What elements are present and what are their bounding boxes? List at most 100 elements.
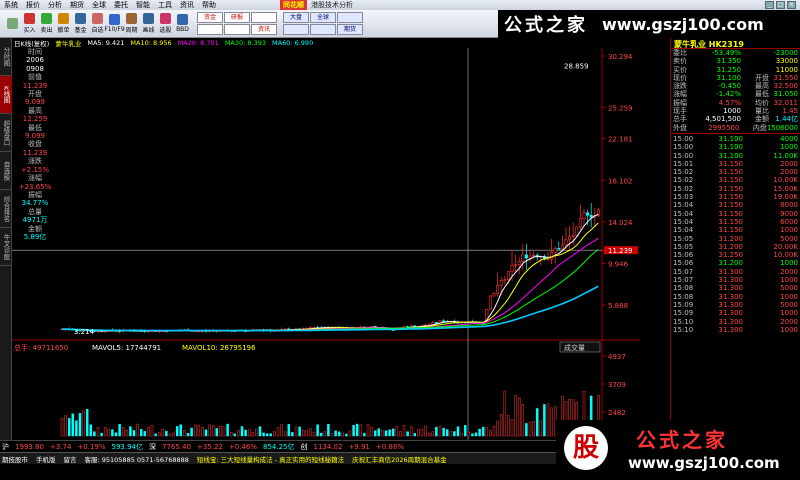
left-tab-4[interactable]: 综合排名: [0, 190, 12, 228]
volume-bar: [107, 428, 111, 437]
toolbar-grp1-btn-3[interactable]: [197, 24, 223, 35]
tick-volume: 10.00K: [773, 251, 798, 260]
tick-list[interactable]: 15:00 31.100 4000 15:00 31.100 1000 15:00 31.10…: [671, 135, 800, 334]
menu-item-0[interactable]: 系统: [0, 0, 22, 10]
left-tab-3[interactable]: 自选股: [0, 152, 12, 190]
chart-header: 日K线(复权) 蒙牛乳业 MA5: 9.421 MA10: 8.956 MA20…: [12, 38, 640, 48]
toolbar-grp1-btn-2[interactable]: [251, 12, 277, 23]
toolbar-label-6: F10/F9: [104, 26, 125, 33]
toolbar-button-8[interactable]: 画线: [140, 13, 157, 34]
bottom-item-4[interactable]: 短线宝: 三大短线量构成法 - 真正实用的短线秘籍法: [197, 454, 344, 464]
toolbar-grp2-btn-2[interactable]: [337, 12, 363, 23]
toolbar-button-7[interactable]: 周期: [123, 13, 140, 34]
toolbar-grp2-btn-0[interactable]: 大盘: [283, 12, 309, 23]
gu-logo: 股: [564, 426, 608, 470]
left-tab-2[interactable]: 超级盘口: [0, 114, 12, 152]
vol-tick-label: 2482: [608, 409, 626, 417]
menu-item-8[interactable]: 资讯: [176, 0, 198, 10]
quote-row-value2: 31.550: [773, 73, 799, 82]
quote-row-value: 2995500: [708, 123, 740, 132]
toolbar-grp1-btn-5[interactable]: 资讯: [251, 24, 277, 35]
tick-price: 31.150: [718, 184, 744, 193]
bottom-item-0[interactable]: 期技股市: [2, 454, 28, 464]
ma10-label: MA10: 8.956: [130, 39, 172, 47]
volume-bar: [150, 425, 154, 437]
toolbar-label-9: 选股: [159, 27, 172, 34]
bottom-item-2[interactable]: 留言: [64, 454, 77, 464]
quote-row-value2: 33000: [775, 57, 798, 66]
sh-label: 沪: [2, 442, 9, 451]
toolbar-label-4: 基金: [74, 27, 87, 34]
sz-index: 7765.40: [162, 442, 191, 451]
candle-body: [524, 254, 528, 259]
amp-label: 振幅: [28, 190, 42, 199]
toolbar-label-5: 自选: [91, 27, 104, 34]
bottom-item-3[interactable]: 客服: 95105885 0571-56768888: [85, 454, 189, 464]
quote-title: 蒙牛乳业 HK2319: [671, 38, 800, 49]
volume-bar: [121, 427, 125, 437]
menu-item-7[interactable]: 工具: [154, 0, 176, 10]
volume-bar: [395, 426, 399, 437]
menu-item-2[interactable]: 分析: [44, 0, 66, 10]
toolbar-button-9[interactable]: 选股: [157, 13, 174, 34]
volume-bar: [280, 424, 283, 437]
menu-item-3[interactable]: 期货: [66, 0, 88, 10]
maximize-button[interactable]: □: [776, 1, 785, 9]
toolbar-label-7: 周期: [125, 27, 138, 34]
volume-bar: [258, 426, 262, 437]
toolbar-button-0[interactable]: [4, 17, 21, 30]
toolbar-grp1-btn-1[interactable]: 研报: [224, 12, 250, 23]
toolbar-grp2-btn-5[interactable]: 期货: [337, 24, 363, 35]
toolbar-label-10: BBD: [176, 26, 189, 33]
toolbar-button-1[interactable]: 买入: [21, 13, 38, 34]
menu-item-5[interactable]: 委托: [110, 0, 132, 10]
volume-bar: [499, 414, 503, 437]
toolbar-grp1: 资金 研报 资讯: [197, 12, 277, 35]
tick-time: 15:07: [673, 276, 694, 285]
toolbar-button-4[interactable]: 基金: [72, 13, 89, 34]
pct-value: +23.65%: [18, 182, 52, 191]
toolbar-grp2-btn-4[interactable]: [310, 24, 336, 35]
toolbar-grp2: 大盘 全球 期货: [283, 12, 363, 35]
toolbar-button-10[interactable]: BBD: [174, 14, 191, 33]
toolbar-button-6[interactable]: F10/F9: [104, 14, 125, 33]
left-tab-1[interactable]: K线图: [0, 76, 12, 114]
close-button[interactable]: ×: [787, 1, 796, 9]
left-tab-5[interactable]: 牛叉诊股: [0, 228, 12, 266]
tick-row: 15:08 31.300 1000: [671, 293, 800, 301]
volume-bar: [287, 424, 291, 437]
menu-item-1[interactable]: 报价: [22, 0, 44, 10]
volume-bar: [352, 425, 355, 437]
bottom-item-5[interactable]: 庆祝汇丰商信2026周期混合基金: [352, 454, 447, 464]
left-tabs: 分时图 K线图 超级盘口 自选股 综合排名 牛叉诊股: [0, 38, 12, 440]
tick-price: 31.300: [718, 325, 744, 334]
toolbar-button-3[interactable]: 撤单: [55, 13, 72, 34]
toolbar-label-2: 卖出: [40, 27, 53, 34]
menu-item-4[interactable]: 全球: [88, 0, 110, 10]
volume-bar: [273, 431, 276, 437]
tick-volume: 4000: [780, 134, 798, 143]
high-value: 12.259: [22, 115, 48, 124]
toolbar-grp1-btn-4[interactable]: [224, 24, 250, 35]
tick-row: 15:08 31.300 5000: [671, 284, 800, 292]
volume-bar: [244, 429, 247, 437]
menu-item-6[interactable]: 智能: [132, 0, 154, 10]
volume-bar: [363, 433, 366, 437]
tick-volume: 8000: [780, 201, 798, 210]
watermark-cn: 公式之家: [504, 15, 588, 36]
toolbar-grp2-btn-1[interactable]: 全球: [310, 12, 336, 23]
volume-bar: [269, 433, 273, 437]
menu-item-9[interactable]: 帮助: [198, 0, 220, 10]
high-label: 最高: [28, 106, 42, 115]
tick-row: 15:00 31.100 1000: [671, 143, 800, 151]
volume-bar: [222, 426, 226, 437]
bottom-item-1[interactable]: 手机版: [36, 454, 56, 464]
toolbar-grp2-btn-3[interactable]: [283, 24, 309, 35]
toolbar-grp1-btn-0[interactable]: 资金: [197, 12, 223, 23]
toolbar-button-2[interactable]: 卖出: [38, 13, 55, 34]
kline-chart[interactable]: 30.294 25.259 22.181 18.102 14.024 11.239 9.94…: [12, 48, 640, 440]
minimize-button[interactable]: _: [765, 1, 774, 9]
left-tab-0[interactable]: 分时图: [0, 38, 12, 76]
vol-value: 4971万: [22, 216, 48, 225]
volume-bar: [323, 431, 327, 437]
